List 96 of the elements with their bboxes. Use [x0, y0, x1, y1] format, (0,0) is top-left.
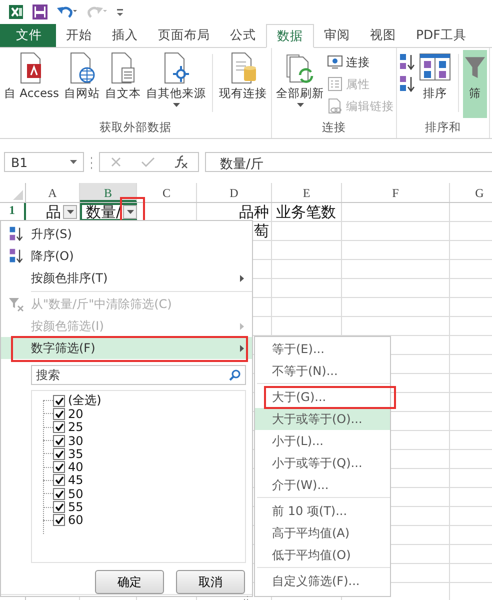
- save-icon[interactable]: [32, 4, 48, 20]
- value-label: (全选): [67, 392, 102, 409]
- ribbon-button[interactable]: 自 Access: [2, 50, 62, 118]
- properties-icon: [327, 76, 344, 92]
- name-box[interactable]: B1: [4, 152, 84, 172]
- group-label: 连接: [322, 120, 346, 135]
- sort-descending-icon: [399, 75, 416, 93]
- checkbox[interactable]: [53, 474, 65, 486]
- edit-links-icon: [327, 98, 344, 114]
- ribbon-button[interactable]: 全部刷新: [274, 50, 326, 118]
- checkbox[interactable]: [53, 434, 65, 447]
- value-label: 35: [67, 446, 84, 461]
- menu-item[interactable]: 介于(W)...: [255, 474, 390, 496]
- ribbon-tab[interactable]: 页面布局: [148, 24, 220, 47]
- sort-ascending-button[interactable]: [399, 52, 416, 72]
- filter-dropdown-button[interactable]: [123, 205, 138, 219]
- ribbon-tab[interactable]: PDF工具: [406, 24, 476, 47]
- menu-item[interactable]: 等于(E)...: [255, 338, 390, 360]
- caret-icon: [70, 160, 77, 164]
- column-header[interactable]: B: [80, 183, 137, 202]
- checkbox[interactable]: [53, 501, 65, 514]
- table-cell-text: 萄: [253, 222, 270, 240]
- column-header[interactable]: G: [450, 183, 492, 202]
- value-label: 50: [67, 486, 84, 501]
- caret-icon: [126, 210, 134, 214]
- menu-item[interactable]: 高于平均值(A): [255, 522, 390, 544]
- value-label: 40: [67, 460, 84, 474]
- checkbox[interactable]: [53, 421, 65, 434]
- dialog-button[interactable]: 取消: [176, 570, 245, 594]
- menu-item[interactable]: 不等于(N)...: [255, 360, 390, 382]
- refresh-icon: [285, 52, 316, 84]
- table-cell-text: 品种: [238, 202, 270, 222]
- menu-item[interactable]: 小于或等于(Q)...: [255, 452, 390, 474]
- column-header[interactable]: D: [197, 183, 272, 202]
- ribbon-tab[interactable]: 开始: [56, 24, 102, 47]
- menu-item[interactable]: 按颜色排序(T): [1, 267, 252, 289]
- ribbon-tab[interactable]: 公式: [220, 24, 266, 47]
- checkbox[interactable]: [53, 461, 65, 474]
- customize-icon[interactable]: [116, 6, 124, 18]
- caret-icon: [66, 210, 74, 214]
- ribbon-button[interactable]: 现有连接: [217, 50, 270, 118]
- ribbon-button[interactable]: 排序: [416, 50, 454, 118]
- formula-field[interactable]: 数量/斤: [205, 152, 492, 172]
- group-label: 排序和: [425, 120, 462, 135]
- checkbox[interactable]: [53, 488, 65, 500]
- ribbon-button[interactable]: 自文本: [103, 50, 144, 118]
- ribbon-button[interactable]: 自网站: [62, 50, 102, 118]
- ribbon-button[interactable]: 自其他来源: [144, 50, 208, 118]
- menu-item[interactable]: 前 10 项(T)...: [255, 500, 390, 522]
- function-icon[interactable]: [174, 155, 188, 169]
- search-field[interactable]: 搜索: [31, 365, 246, 385]
- checkbox[interactable]: [53, 394, 65, 407]
- menu-item[interactable]: 大于(G)...: [255, 386, 390, 408]
- excel-icon: [8, 4, 24, 20]
- value-label: 45: [67, 473, 84, 488]
- sort-ascending-icon: [399, 53, 416, 71]
- column-header[interactable]: E: [272, 183, 342, 202]
- value-label: 55: [67, 500, 84, 514]
- group-label: 获取外部数据: [100, 120, 172, 135]
- connections-icon: [327, 54, 344, 70]
- filter-dropdown-button[interactable]: [63, 205, 77, 219]
- ribbon-tab[interactable]: 插入: [102, 24, 148, 47]
- sort-ascending-icon: [8, 226, 24, 242]
- checkbox[interactable]: [53, 448, 65, 460]
- menu-item[interactable]: 小于(L)...: [255, 430, 390, 452]
- checkbox[interactable]: [53, 514, 65, 526]
- value-label: 60: [67, 513, 84, 528]
- table-cell-text: 品: [45, 202, 62, 222]
- menu-item[interactable]: 数字筛选(F): [1, 337, 252, 359]
- triangle-icon: [13, 190, 23, 200]
- undo-icon[interactable]: [56, 4, 78, 20]
- menu-item[interactable]: 升序(S): [1, 223, 252, 245]
- ribbon-button[interactable]: 筛: [463, 50, 488, 118]
- ribbon-tab[interactable]: 审阅: [314, 24, 360, 47]
- search-icon: [229, 369, 241, 381]
- menu-item[interactable]: 大于或等于(O)...: [255, 408, 390, 430]
- sort-descending-button[interactable]: [399, 74, 416, 94]
- ribbon-tab[interactable]: 文件: [0, 24, 56, 47]
- grip-icon: [90, 156, 93, 168]
- column-header[interactable]: C: [137, 183, 197, 202]
- check-icon[interactable]: [140, 156, 155, 168]
- ribbon-tab[interactable]: 数据: [266, 24, 314, 48]
- ribbon-button[interactable]: 连接: [327, 52, 394, 72]
- ribbon-tab[interactable]: 视图: [360, 24, 406, 47]
- column-header[interactable]: F: [342, 183, 450, 202]
- value-label: 30: [67, 434, 84, 448]
- clear-filter-icon: [8, 296, 24, 312]
- checkbox[interactable]: [53, 408, 65, 420]
- value-label: 20: [67, 406, 84, 421]
- dialog-button[interactable]: 确定: [95, 570, 164, 594]
- value-label: 25: [67, 420, 84, 434]
- sort-descending-icon: [8, 248, 24, 264]
- menu-item[interactable]: 降序(O): [1, 245, 252, 267]
- menu-item[interactable]: 低于平均值(O): [255, 544, 390, 566]
- table-cell-text: 业务笔数: [275, 202, 337, 222]
- menu-item[interactable]: 自定义筛选(F)...: [255, 570, 390, 592]
